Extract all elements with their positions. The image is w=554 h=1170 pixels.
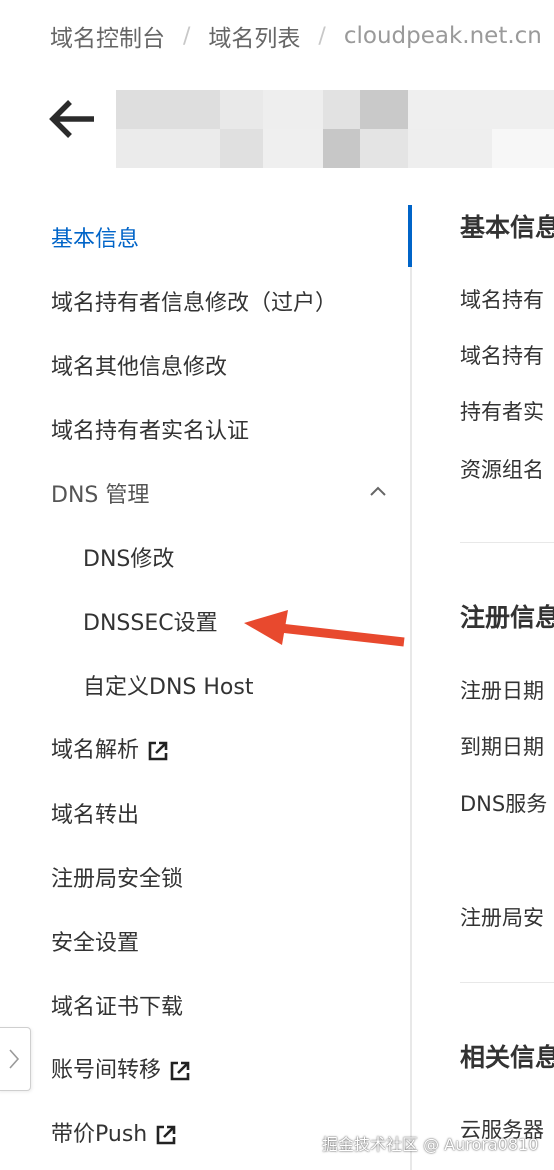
sidebar-item-dns-resolution[interactable]: 域名解析: [51, 736, 169, 766]
field-label: 资源组名: [460, 458, 544, 482]
sidebar-item-holder-transfer[interactable]: 域名持有者信息修改（过户）: [51, 289, 337, 319]
sidebar-item-label: 域名持有者实名认证: [51, 419, 250, 444]
sidebar-item-domain-transfer-out[interactable]: 域名转出: [51, 801, 139, 831]
sidebar-item-dns-edit[interactable]: DNS修改: [83, 545, 174, 575]
breadcrumb-domain-list[interactable]: 域名列表: [208, 19, 300, 53]
sidebar-item-label: 域名其他信息修改: [51, 355, 228, 380]
field-label: 持有者实: [460, 400, 544, 424]
field-label: DNS服务: [460, 792, 548, 816]
breadcrumb-domain-console[interactable]: 域名控制台: [50, 19, 165, 53]
sidebar-item-custom-dns-host[interactable]: 自定义DNS Host: [83, 673, 253, 703]
field-label: 注册局安: [460, 906, 544, 930]
sidebar-group-dns-management[interactable]: DNS 管理: [51, 481, 149, 511]
sidebar-item-label: DNS 管理: [51, 483, 150, 508]
field-label: 域名持有: [460, 344, 544, 368]
section-title-basic-info: 基本信息: [460, 213, 554, 242]
watermark: 掘金技术社区 @ Aurora0810: [322, 1135, 539, 1154]
arrow-left-icon[interactable]: [46, 92, 100, 146]
annotation-arrow: [244, 610, 405, 647]
sidebar-item-label: 带价Push: [51, 1122, 148, 1147]
external-link-icon: [170, 1061, 190, 1081]
sidebar-item-label: 域名解析: [51, 738, 140, 763]
sidebar-item-real-name-auth[interactable]: 域名持有者实名认证: [51, 417, 249, 447]
section-divider: [460, 982, 554, 983]
sidebar-item-priced-push[interactable]: 带价Push: [51, 1120, 177, 1150]
sidebar-item-label: 自定义DNS Host: [83, 675, 254, 700]
field-label: 到期日期: [460, 735, 544, 759]
sidebar-item-label: 域名持有者信息修改（过户）: [51, 291, 338, 316]
sidebar-item-label: 域名证书下载: [51, 995, 184, 1020]
section-divider: [460, 542, 554, 543]
sidebar-item-dnssec-settings[interactable]: DNSSEC设置: [83, 609, 218, 639]
external-link-icon: [148, 741, 168, 761]
sidebar-item-basic-info[interactable]: 基本信息: [51, 225, 139, 255]
sidebar-item-label: 账号间转移: [51, 1058, 162, 1083]
section-title-related-info: 相关信息: [460, 1043, 554, 1072]
sidebar-item-registry-lock[interactable]: 注册局安全锁: [51, 865, 183, 895]
breadcrumb-separator: /: [318, 23, 326, 49]
chevron-right-icon: [9, 1049, 20, 1069]
external-link-icon: [156, 1125, 176, 1145]
sidebar-item-label: DNS修改: [83, 547, 175, 572]
sidebar-item-label: 基本信息: [51, 227, 140, 252]
sidebar-item-label: 安全设置: [51, 931, 140, 956]
field-label: 注册日期: [460, 679, 544, 703]
sidebar-item-security-settings[interactable]: 安全设置: [51, 929, 139, 959]
sidebar-item-account-transfer[interactable]: 账号间转移: [51, 1056, 191, 1086]
sidebar-item-label: 注册局安全锁: [51, 867, 184, 892]
field-label: 域名持有: [460, 288, 544, 312]
sidebar-expand-toggle[interactable]: [0, 1027, 31, 1091]
sidebar-item-other-info-edit[interactable]: 域名其他信息修改: [51, 353, 227, 383]
sidebar-item-label: DNSSEC设置: [83, 611, 218, 636]
section-title-registration-info: 注册信息: [460, 603, 554, 632]
chevron-up-icon[interactable]: [368, 483, 388, 499]
breadcrumb-separator: /: [183, 23, 191, 49]
main-content: 基本信息 域名持有 域名持有 持有者实 资源组名 注册信息 注册日期 到期日期 …: [412, 0, 554, 1170]
sidebar-item-label: 域名转出: [51, 803, 140, 828]
sidebar-item-certificate-download[interactable]: 域名证书下载: [51, 993, 183, 1023]
